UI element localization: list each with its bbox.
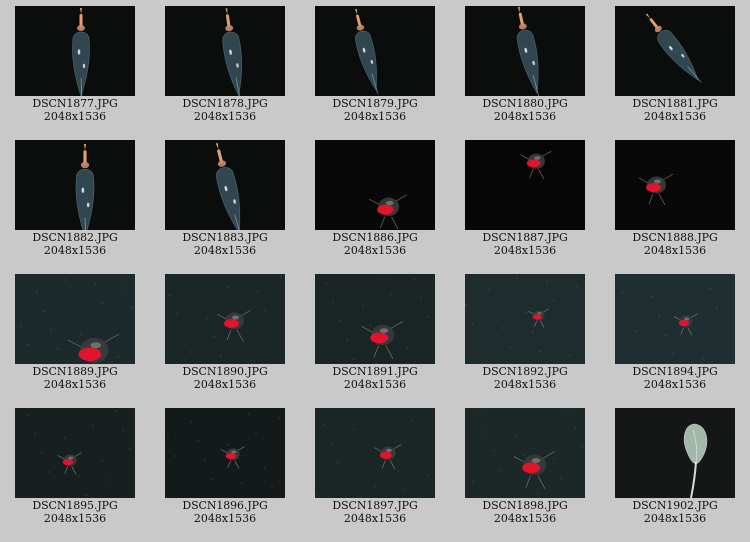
thumbnail-cell: DSCN1880.JPG 2048x1536 bbox=[465, 6, 585, 132]
thumbnail-image[interactable] bbox=[465, 140, 585, 230]
thumbnail-dimensions: 2048x1536 bbox=[43, 378, 107, 391]
thumbnail-dimensions: 2048x1536 bbox=[43, 512, 107, 525]
thumbnail-dimensions: 2048x1536 bbox=[493, 378, 557, 391]
thumbnail-cell: DSCN1878.JPG 2048x1536 bbox=[165, 6, 285, 132]
thumbnail-filename: DSCN1886.JPG bbox=[332, 231, 418, 244]
thumbnail-dimensions: 2048x1536 bbox=[193, 512, 257, 525]
thumbnail-cell: DSCN1889.JPG 2048x1536 bbox=[15, 274, 135, 400]
thumbnail-dimensions: 2048x1536 bbox=[643, 378, 707, 391]
thumbnail-image[interactable] bbox=[15, 6, 135, 96]
thumbnail-image[interactable] bbox=[615, 408, 735, 498]
thumbnail-cell: DSCN1888.JPG 2048x1536 bbox=[615, 140, 735, 266]
thumbnail-cell: DSCN1895.JPG 2048x1536 bbox=[15, 408, 135, 534]
thumbnail-dimensions: 2048x1536 bbox=[643, 244, 707, 257]
thumbnail-filename: DSCN1889.JPG bbox=[32, 365, 118, 378]
thumbnail-filename: DSCN1890.JPG bbox=[182, 365, 268, 378]
thumbnail-dimensions: 2048x1536 bbox=[193, 110, 257, 123]
thumbnail-filename: DSCN1881.JPG bbox=[632, 97, 718, 110]
thumbnail-image[interactable] bbox=[465, 408, 585, 498]
thumbnail-image[interactable] bbox=[315, 6, 435, 96]
thumbnail-dimensions: 2048x1536 bbox=[43, 110, 107, 123]
thumbnail-cell: DSCN1894.JPG 2048x1536 bbox=[615, 274, 735, 400]
thumbnail-cell: DSCN1879.JPG 2048x1536 bbox=[315, 6, 435, 132]
thumbnail-filename: DSCN1895.JPG bbox=[32, 499, 118, 512]
thumbnail-filename: DSCN1879.JPG bbox=[332, 97, 418, 110]
thumbnail-dimensions: 2048x1536 bbox=[493, 110, 557, 123]
thumbnail-filename: DSCN1888.JPG bbox=[632, 231, 718, 244]
thumbnail-cell: DSCN1881.JPG 2048x1536 bbox=[615, 6, 735, 132]
thumbnail-dimensions: 2048x1536 bbox=[343, 244, 407, 257]
thumbnail-dimensions: 2048x1536 bbox=[493, 244, 557, 257]
thumbnail-image[interactable] bbox=[315, 408, 435, 498]
thumbnail-dimensions: 2048x1536 bbox=[643, 110, 707, 123]
thumbnail-filename: DSCN1894.JPG bbox=[632, 365, 718, 378]
thumbnail-filename: DSCN1898.JPG bbox=[482, 499, 568, 512]
thumbnail-dimensions: 2048x1536 bbox=[643, 512, 707, 525]
thumbnail-dimensions: 2048x1536 bbox=[343, 512, 407, 525]
thumbnail-cell: DSCN1883.JPG 2048x1536 bbox=[165, 140, 285, 266]
thumbnail-filename: DSCN1892.JPG bbox=[482, 365, 568, 378]
thumbnail-filename: DSCN1882.JPG bbox=[32, 231, 118, 244]
thumbnail-image[interactable] bbox=[615, 140, 735, 230]
thumbnail-cell: DSCN1891.JPG 2048x1536 bbox=[315, 274, 435, 400]
thumbnail-dimensions: 2048x1536 bbox=[493, 512, 557, 525]
thumbnail-image[interactable] bbox=[315, 274, 435, 364]
thumbnail-cell: DSCN1897.JPG 2048x1536 bbox=[315, 408, 435, 534]
thumbnail-image[interactable] bbox=[15, 274, 135, 364]
thumbnail-image[interactable] bbox=[615, 274, 735, 364]
thumbnail-image[interactable] bbox=[165, 408, 285, 498]
thumbnail-grid: DSCN1877.JPG 2048x1536 DSCN1878.JPG 2048x15… bbox=[0, 0, 750, 542]
thumbnail-cell: DSCN1882.JPG 2048x1536 bbox=[15, 140, 135, 266]
thumbnail-cell: DSCN1902.JPG 2048x1536 bbox=[615, 408, 735, 534]
thumbnail-image[interactable] bbox=[465, 274, 585, 364]
thumbnail-image[interactable] bbox=[165, 6, 285, 96]
thumbnail-cell: DSCN1896.JPG 2048x1536 bbox=[165, 408, 285, 534]
thumbnail-image[interactable] bbox=[315, 140, 435, 230]
thumbnail-image[interactable] bbox=[165, 140, 285, 230]
thumbnail-image[interactable] bbox=[15, 408, 135, 498]
thumbnail-filename: DSCN1877.JPG bbox=[32, 97, 118, 110]
thumbnail-cell: DSCN1892.JPG 2048x1536 bbox=[465, 274, 585, 400]
thumbnail-dimensions: 2048x1536 bbox=[193, 378, 257, 391]
thumbnail-dimensions: 2048x1536 bbox=[43, 244, 107, 257]
thumbnail-filename: DSCN1896.JPG bbox=[182, 499, 268, 512]
thumbnail-cell: DSCN1877.JPG 2048x1536 bbox=[15, 6, 135, 132]
thumbnail-dimensions: 2048x1536 bbox=[343, 110, 407, 123]
thumbnail-dimensions: 2048x1536 bbox=[343, 378, 407, 391]
thumbnail-image[interactable] bbox=[165, 274, 285, 364]
thumbnail-cell: DSCN1898.JPG 2048x1536 bbox=[465, 408, 585, 534]
thumbnail-filename: DSCN1880.JPG bbox=[482, 97, 568, 110]
thumbnail-image[interactable] bbox=[465, 6, 585, 96]
thumbnail-filename: DSCN1887.JPG bbox=[482, 231, 568, 244]
thumbnail-cell: DSCN1890.JPG 2048x1536 bbox=[165, 274, 285, 400]
thumbnail-dimensions: 2048x1536 bbox=[193, 244, 257, 257]
thumbnail-cell: DSCN1887.JPG 2048x1536 bbox=[465, 140, 585, 266]
thumbnail-filename: DSCN1891.JPG bbox=[332, 365, 418, 378]
thumbnail-filename: DSCN1878.JPG bbox=[182, 97, 268, 110]
thumbnail-filename: DSCN1883.JPG bbox=[182, 231, 268, 244]
thumbnail-cell: DSCN1886.JPG 2048x1536 bbox=[315, 140, 435, 266]
thumbnail-image[interactable] bbox=[615, 6, 735, 96]
thumbnail-filename: DSCN1902.JPG bbox=[632, 499, 718, 512]
thumbnail-filename: DSCN1897.JPG bbox=[332, 499, 418, 512]
thumbnail-image[interactable] bbox=[15, 140, 135, 230]
